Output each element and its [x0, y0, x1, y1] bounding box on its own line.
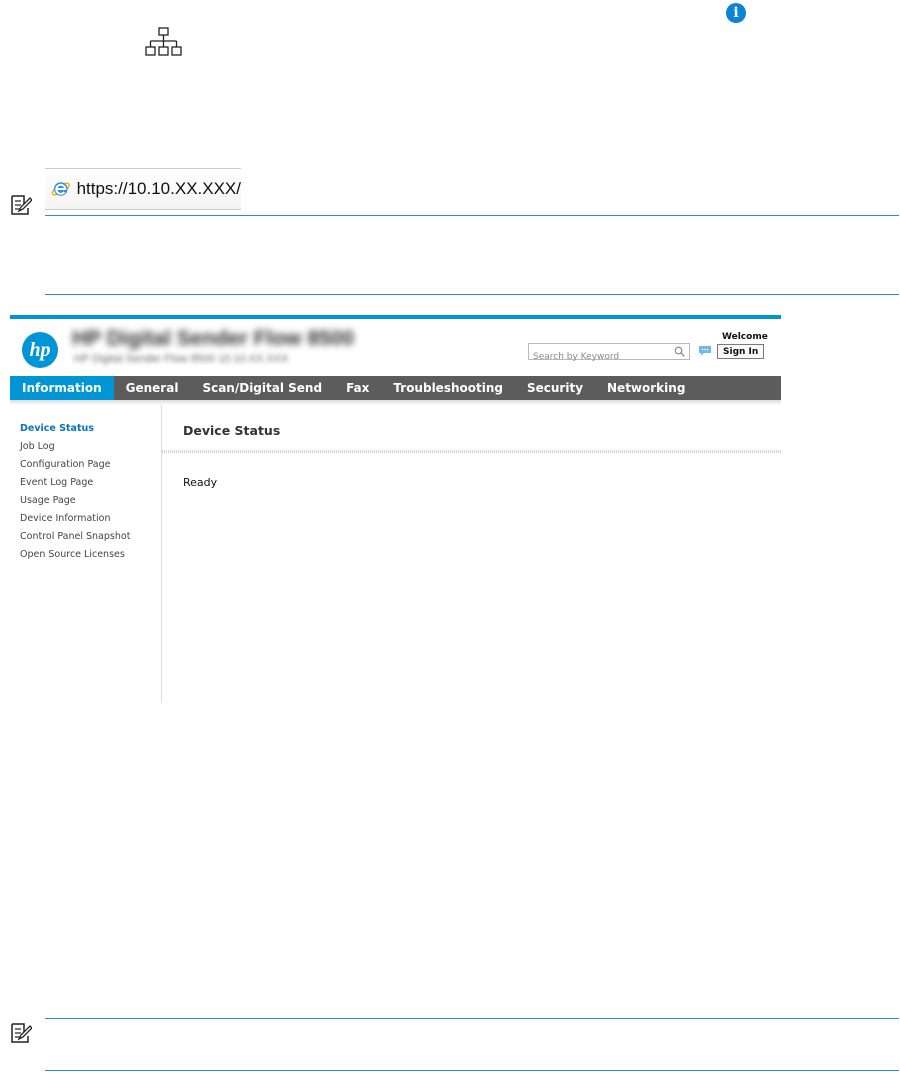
sidebar-item-event-log-page[interactable]: Event Log Page: [20, 477, 93, 488]
nav-bar: Information General Scan/Digital Send Fa…: [10, 376, 781, 400]
note-rule-bottom-2: [45, 1070, 899, 1071]
chat-icon[interactable]: [698, 345, 712, 356]
sidebar-item-control-panel-snapshot[interactable]: Control Panel Snapshot: [20, 531, 130, 542]
ie-icon: [51, 182, 70, 196]
note-rule-top: [45, 215, 899, 216]
tab-general[interactable]: General: [114, 376, 191, 400]
sidebar-item-open-source-licenses[interactable]: Open Source Licenses: [20, 549, 125, 560]
search-box[interactable]: [528, 343, 690, 364]
note-icon: [11, 195, 32, 215]
info-icon: i: [726, 3, 746, 23]
status-text: Ready: [183, 476, 218, 489]
ews-screenshot: hp HP Digital Sender Flow 8500 HP Digita…: [10, 315, 781, 703]
content-divider: [162, 450, 781, 453]
tab-troubleshooting[interactable]: Troubleshooting: [381, 376, 515, 400]
sidebar-item-device-status[interactable]: Device Status: [20, 423, 94, 434]
sidebar-item-configuration-page[interactable]: Configuration Page: [20, 459, 110, 470]
hp-logo: hp: [22, 332, 58, 368]
tab-fax[interactable]: Fax: [334, 376, 381, 400]
tab-scan-digital-send[interactable]: Scan/Digital Send: [190, 376, 334, 400]
ews-top-bar: [10, 315, 781, 319]
sidebar-item-job-log[interactable]: Job Log: [20, 441, 55, 452]
note-rule-top-2: [45, 1018, 899, 1019]
sidebar-item-device-information[interactable]: Device Information: [20, 513, 111, 524]
product-subtitle: HP Digital Sender Flow 8500 10.10.XX.XXX: [74, 353, 289, 365]
product-name: HP Digital Sender Flow 8500: [72, 327, 355, 350]
tab-security[interactable]: Security: [515, 376, 595, 400]
note-icon: [11, 1023, 32, 1043]
tab-networking[interactable]: Networking: [595, 376, 697, 400]
search-input[interactable]: [533, 350, 663, 364]
page-title: Device Status: [183, 423, 281, 438]
network-icon: [145, 27, 182, 56]
address-bar[interactable]: https://10.10.XX.XXX/: [45, 168, 241, 210]
sidebar-item-usage-page[interactable]: Usage Page: [20, 495, 76, 506]
address-url: https://10.10.XX.XXX/: [76, 179, 241, 198]
sidebar: Device Status Job Log Configuration Page…: [10, 405, 162, 703]
sign-in-button[interactable]: Sign In: [717, 344, 765, 359]
search-icon[interactable]: [674, 346, 685, 357]
note-rule-bottom: [45, 294, 899, 295]
tab-information[interactable]: Information: [10, 376, 114, 400]
welcome-label: Welcome: [722, 332, 768, 342]
